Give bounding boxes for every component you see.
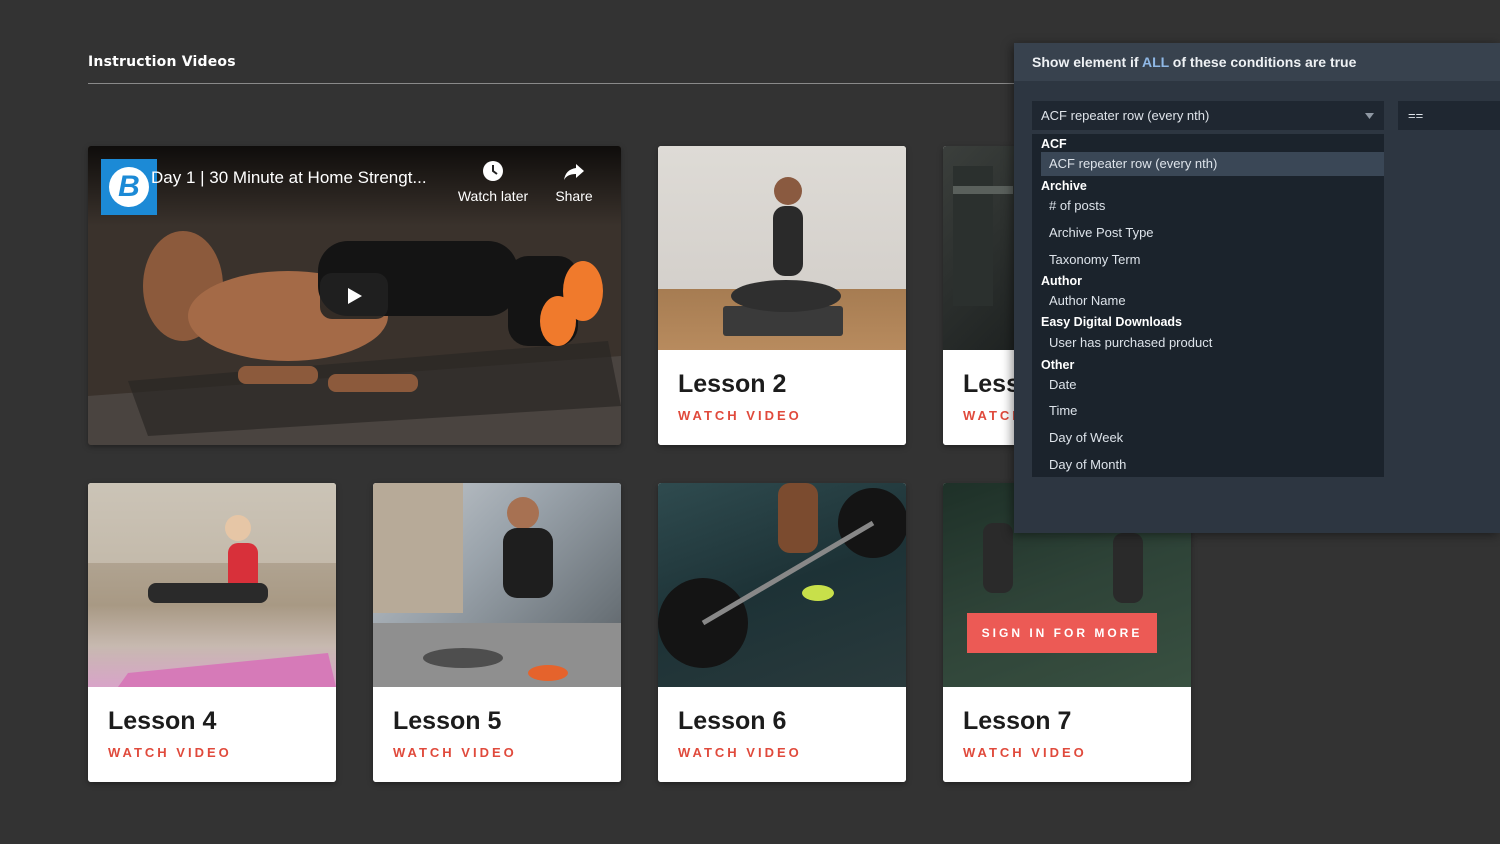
lesson-card[interactable]: Lesson 2 WATCH VIDEO (658, 146, 906, 445)
dropdown-option[interactable]: Taxonomy Term (1032, 248, 1384, 272)
lesson-card[interactable]: Lesson 5 WATCH VIDEO (373, 483, 621, 782)
condition-type-value: ACF repeater row (every nth) (1041, 108, 1210, 123)
lesson-thumbnail (373, 483, 621, 687)
watch-video-link[interactable]: WATCH VIDEO (678, 408, 802, 423)
condition-operator-value: == (1408, 108, 1424, 123)
play-button[interactable] (320, 273, 388, 319)
dropdown-group-label: Other (1041, 358, 1075, 372)
dropdown-group-label: Easy Digital Downloads (1041, 315, 1183, 329)
conditions-match-mode[interactable]: ALL (1142, 54, 1169, 70)
lesson-title: Lesson 2 (678, 370, 787, 398)
dropdown-option[interactable]: User has purchased product (1032, 331, 1384, 355)
lesson-title: Lesson 4 (108, 707, 217, 735)
clock-icon (483, 161, 503, 181)
dropdown-group-label: Author (1041, 274, 1082, 288)
watch-video-link[interactable]: WATCH VIDEO (108, 745, 232, 760)
share-arrow-icon (564, 164, 584, 180)
watch-video-link[interactable]: WATCH VIDEO (393, 745, 517, 760)
dropdown-group-label: Archive (1041, 179, 1087, 193)
lesson-title: Less (963, 370, 1020, 398)
condition-type-dropdown: ACF ACF repeater row (every nth) Archive… (1032, 134, 1384, 477)
watch-video-link[interactable]: WATCH VIDEO (963, 745, 1087, 760)
condition-type-select[interactable]: ACF repeater row (every nth) (1032, 101, 1384, 130)
channel-logo-letter: B (109, 167, 149, 207)
lesson-thumbnail (88, 483, 336, 687)
lesson-title: Lesson 6 (678, 707, 787, 735)
lesson-title: Lesson 7 (963, 707, 1072, 735)
dropdown-option[interactable]: Date (1032, 373, 1384, 397)
share-button[interactable]: Share (534, 158, 614, 204)
conditions-panel-header: Show element if ALL of these conditions … (1014, 43, 1500, 81)
watch-later-label: Watch later (457, 188, 529, 204)
watch-video-link[interactable]: WATCH VIDEO (678, 745, 802, 760)
dropdown-option[interactable]: Day of Month (1032, 453, 1384, 477)
share-label: Share (555, 188, 593, 204)
lesson-thumbnail (658, 146, 906, 350)
conditions-title-prefix: Show element if (1032, 54, 1142, 70)
section-divider (88, 83, 1028, 84)
watch-later-button[interactable]: Watch later (453, 158, 533, 204)
video-title[interactable]: Day 1 | 30 Minute at Home Strengt... (151, 168, 427, 188)
dropdown-group-label: ACF (1041, 137, 1067, 151)
lesson-thumbnail (658, 483, 906, 687)
lesson-card[interactable]: Lesson 4 WATCH VIDEO (88, 483, 336, 782)
dropdown-option-selected[interactable]: ACF repeater row (every nth) (1041, 152, 1384, 176)
condition-operator-select[interactable]: == (1398, 101, 1500, 130)
lesson-title: Lesson 5 (393, 707, 502, 735)
chevron-down-icon (1365, 113, 1374, 119)
dropdown-option[interactable]: # of posts (1032, 194, 1384, 218)
sign-in-button[interactable]: SIGN IN FOR MORE (967, 613, 1157, 653)
channel-logo[interactable]: B (101, 159, 157, 215)
dropdown-option[interactable]: Time (1032, 399, 1384, 423)
dropdown-option[interactable]: Author Name (1032, 289, 1384, 313)
group-workout-illustration (88, 483, 336, 687)
yoga-illustration (723, 177, 843, 336)
video-player[interactable]: B Day 1 | 30 Minute at Home Strengt... W… (88, 146, 621, 445)
conditions-panel: Show element if ALL of these conditions … (1014, 43, 1500, 533)
runner-illustration (373, 483, 621, 687)
barbell-illustration (658, 483, 906, 668)
conditions-title-suffix: of these conditions are true (1168, 54, 1357, 70)
play-icon (348, 288, 362, 304)
lesson-card[interactable]: Lesson 6 WATCH VIDEO (658, 483, 906, 782)
dropdown-option[interactable]: Day of Week (1032, 426, 1384, 450)
dropdown-option[interactable]: Archive Post Type (1032, 221, 1384, 245)
section-title: Instruction Videos (88, 54, 236, 70)
